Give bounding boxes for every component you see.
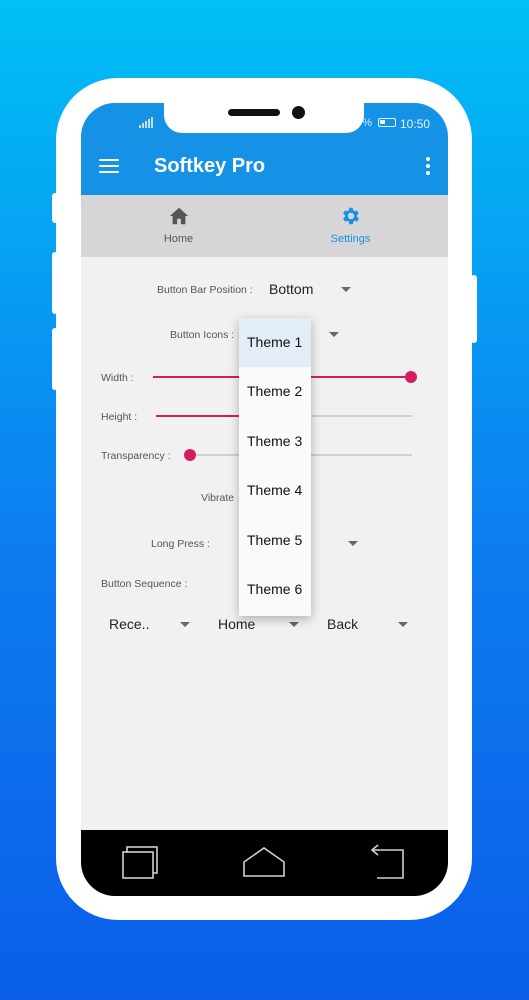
vibrate-label: Vibrate bbox=[201, 492, 235, 504]
transparency-label: Transparency : bbox=[101, 450, 171, 462]
system-nav-bar bbox=[81, 830, 448, 896]
tab-settings[interactable]: Settings bbox=[259, 195, 442, 257]
chevron-down-icon bbox=[348, 541, 358, 546]
home-nav-icon[interactable] bbox=[243, 846, 285, 878]
bar-position-label: Button Bar Position : bbox=[157, 284, 253, 296]
dropdown-option[interactable]: Theme 5 bbox=[239, 516, 311, 565]
battery-percent: % bbox=[362, 117, 372, 129]
tab-bar: Home Settings bbox=[81, 195, 448, 257]
phone-side-button bbox=[52, 193, 58, 223]
sequence-dropdown-1[interactable]: Rece.. bbox=[109, 612, 193, 636]
dropdown-option[interactable]: Theme 2 bbox=[239, 367, 311, 416]
chevron-down-icon bbox=[329, 332, 339, 337]
height-slider-fill bbox=[156, 415, 246, 417]
dropdown-option[interactable]: Theme 4 bbox=[239, 466, 311, 515]
dropdown-option[interactable]: Theme 3 bbox=[239, 417, 311, 466]
phone-side-button bbox=[52, 328, 58, 390]
chevron-down-icon bbox=[289, 622, 299, 627]
chevron-down-icon bbox=[180, 622, 190, 627]
sequence-dropdown-3[interactable]: Back bbox=[327, 612, 411, 636]
status-time: 10:50 bbox=[399, 117, 430, 131]
sequence-value-1: Rece.. bbox=[109, 616, 150, 632]
app-bar: Softkey Pro bbox=[81, 135, 448, 195]
long-press-label: Long Press : bbox=[151, 538, 210, 550]
notch bbox=[164, 103, 364, 133]
phone-screen: % 10:50 Softkey Pro Home Settings Button… bbox=[81, 103, 448, 896]
signal-icon bbox=[139, 117, 153, 128]
recents-icon[interactable] bbox=[121, 846, 159, 880]
speaker bbox=[228, 109, 280, 116]
bar-position-dropdown[interactable]: Bottom bbox=[267, 277, 357, 301]
sequence-value-2: Home bbox=[218, 616, 256, 632]
battery-icon bbox=[378, 118, 396, 127]
bar-position-value: Bottom bbox=[269, 281, 314, 297]
tab-home[interactable]: Home bbox=[87, 195, 270, 257]
dropdown-option[interactable]: Theme 1 bbox=[239, 318, 311, 367]
tab-settings-label: Settings bbox=[330, 233, 371, 245]
button-sequence-label: Button Sequence : bbox=[101, 578, 188, 590]
more-options-icon[interactable] bbox=[426, 157, 430, 175]
phone-side-button bbox=[471, 275, 477, 343]
transparency-slider-thumb[interactable] bbox=[184, 449, 196, 461]
button-icons-label: Button Icons : bbox=[170, 329, 235, 341]
width-slider-thumb[interactable] bbox=[405, 371, 417, 383]
camera bbox=[292, 106, 305, 119]
home-icon bbox=[169, 207, 188, 225]
dropdown-option[interactable]: Theme 6 bbox=[239, 565, 311, 614]
height-label: Height : bbox=[101, 411, 138, 423]
sequence-value-3: Back bbox=[327, 616, 359, 632]
chevron-down-icon bbox=[341, 287, 351, 292]
theme-dropdown-menu: Theme 1 Theme 2 Theme 3 Theme 4 Theme 5 … bbox=[239, 318, 311, 616]
tab-home-label: Home bbox=[163, 233, 194, 245]
phone-side-button bbox=[52, 252, 58, 314]
chevron-down-icon bbox=[398, 622, 408, 627]
app-title: Softkey Pro bbox=[154, 155, 266, 177]
back-icon[interactable] bbox=[369, 844, 407, 880]
gear-icon bbox=[342, 207, 359, 225]
width-label: Width : bbox=[101, 372, 134, 384]
hamburger-menu-icon[interactable] bbox=[99, 159, 119, 174]
